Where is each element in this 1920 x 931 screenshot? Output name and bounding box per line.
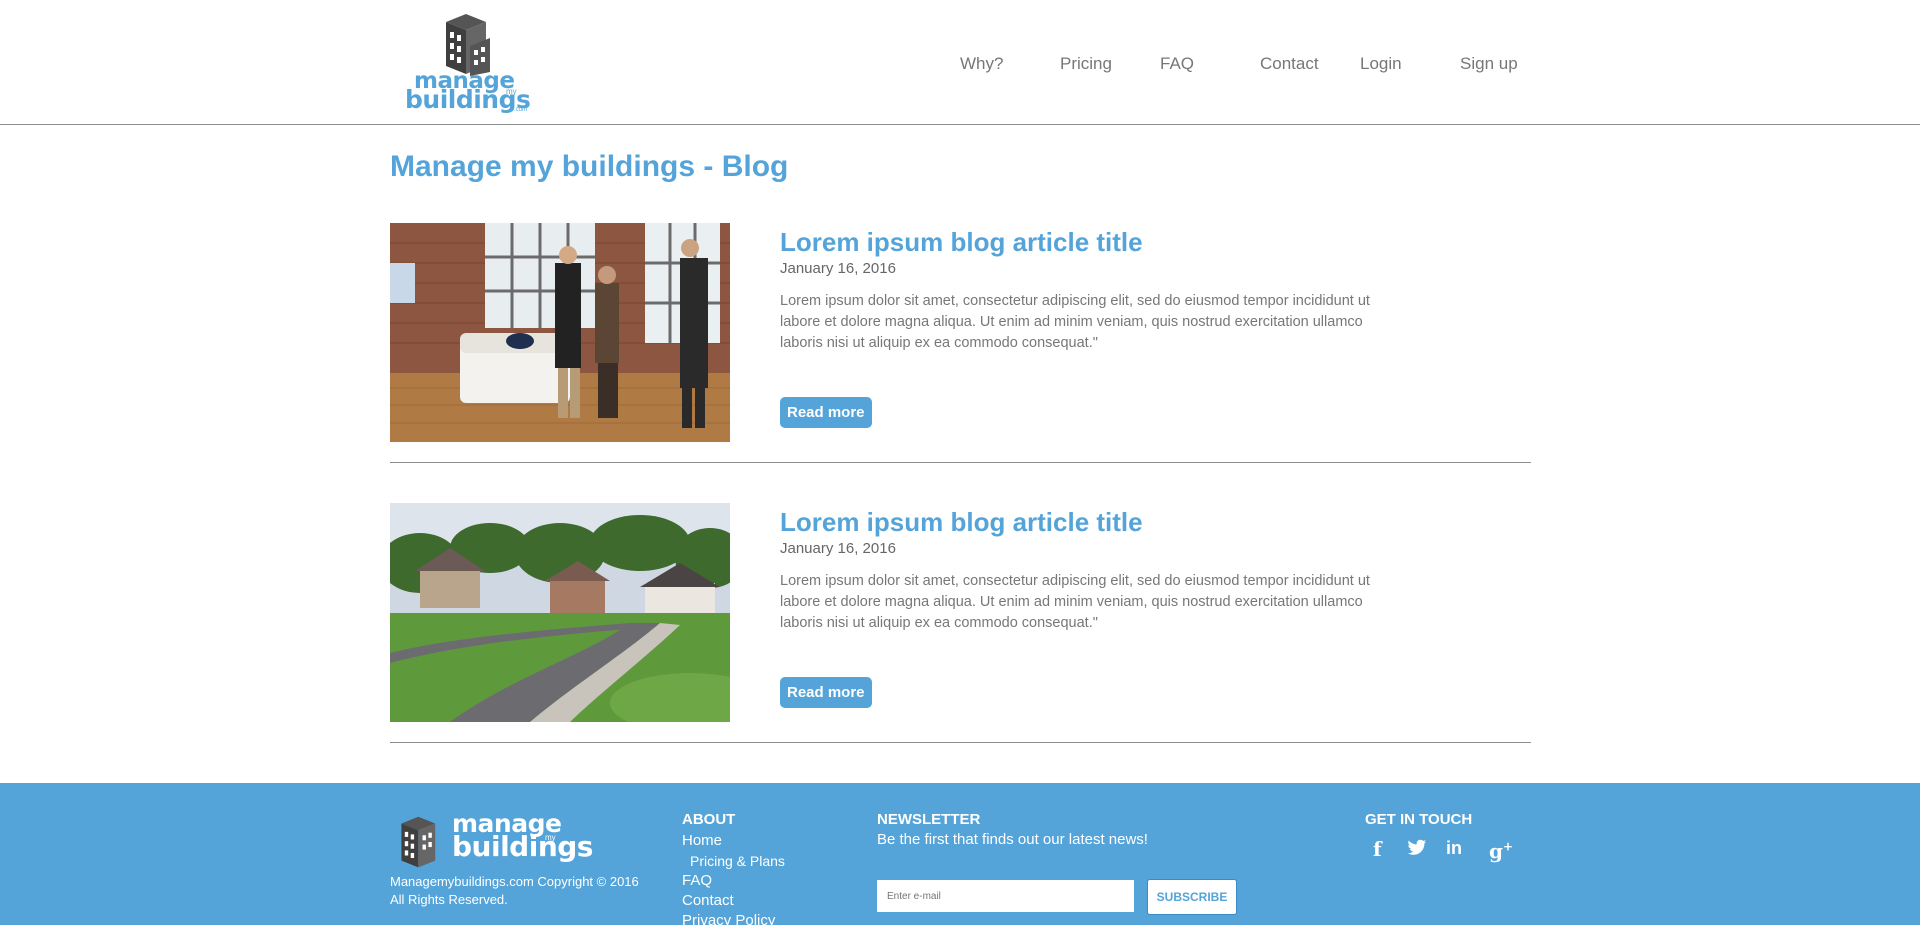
footer-logo[interactable]: manage my buildings [390, 809, 593, 875]
logo-word-buildings: buildings [452, 830, 593, 863]
blog-post: Lorem ipsum blog article title January 1… [390, 503, 1531, 743]
nav-contact[interactable]: Contact [1260, 54, 1319, 74]
twitter-icon[interactable] [1407, 839, 1427, 857]
subscribe-button[interactable]: SUBSCRIBE [1147, 879, 1237, 915]
post-divider [390, 742, 1531, 743]
building-logo-icon [446, 14, 490, 76]
post-excerpt: Lorem ipsum dolor sit amet, consectetur … [780, 293, 1370, 351]
site-footer: manage my buildings Managemybuildings.co… [0, 783, 1920, 929]
about-links: Home Pricing & Plans FAQ Contact Privacy… [682, 831, 785, 931]
read-more-button[interactable]: Read more [780, 397, 872, 428]
nav-login[interactable]: Login [1360, 54, 1402, 74]
page-title: Manage my buildings - Blog [390, 150, 789, 183]
footer-link-faq[interactable]: FAQ [682, 871, 785, 891]
logo-word-buildings: buildings [405, 85, 531, 114]
about-heading: ABOUT [682, 811, 736, 828]
post-excerpt: Lorem ipsum dolor sit amet, consectetur … [780, 573, 1370, 631]
linkedin-icon[interactable]: in [1446, 838, 1462, 859]
newsletter-text: Be the first that finds out our latest n… [877, 831, 1148, 848]
footer-link-pricing[interactable]: Pricing & Plans [682, 851, 785, 871]
footer-link-contact[interactable]: Contact [682, 891, 785, 911]
newsletter-heading: NEWSLETTER [877, 811, 981, 828]
email-field[interactable] [877, 880, 1134, 912]
footer-link-privacy[interactable]: Privacy Policy [682, 911, 785, 931]
post-image[interactable] [390, 223, 730, 442]
site-logo[interactable]: manage my buildings .com [402, 12, 534, 118]
post-date: January 16, 2016 [780, 260, 896, 277]
facebook-icon[interactable]: f [1373, 837, 1382, 861]
post-image[interactable] [390, 503, 730, 722]
copyright-line: Managemybuildings.com Copyright © 2016 [390, 874, 639, 889]
nav-signup[interactable]: Sign up [1460, 54, 1518, 74]
nav-pricing[interactable]: Pricing [1060, 54, 1112, 74]
copyright-text: Managemybuildings.com Copyright © 2016 A… [390, 873, 639, 909]
rights-line: All Rights Reserved. [390, 892, 508, 907]
blog-post: Lorem ipsum blog article title January 1… [390, 223, 1531, 463]
post-divider [390, 462, 1531, 463]
google-plus-icon[interactable]: g+ [1489, 839, 1513, 863]
post-date: January 16, 2016 [780, 540, 896, 557]
nav-why[interactable]: Why? [960, 54, 1003, 74]
nav-faq[interactable]: FAQ [1160, 54, 1194, 74]
logo-word-com: .com [514, 107, 528, 113]
suburban-street-photo [390, 503, 730, 722]
read-more-button[interactable]: Read more [780, 677, 872, 708]
footer-link-home[interactable]: Home [682, 831, 785, 851]
get-in-touch-heading: GET IN TOUCH [1365, 811, 1473, 828]
people-in-loft-photo [390, 223, 730, 442]
post-title[interactable]: Lorem ipsum blog article title [780, 507, 1143, 538]
post-title[interactable]: Lorem ipsum blog article title [780, 227, 1143, 258]
site-header: manage my buildings .com Why? Pricing FA… [0, 0, 1920, 125]
building-logo-icon [401, 816, 436, 868]
